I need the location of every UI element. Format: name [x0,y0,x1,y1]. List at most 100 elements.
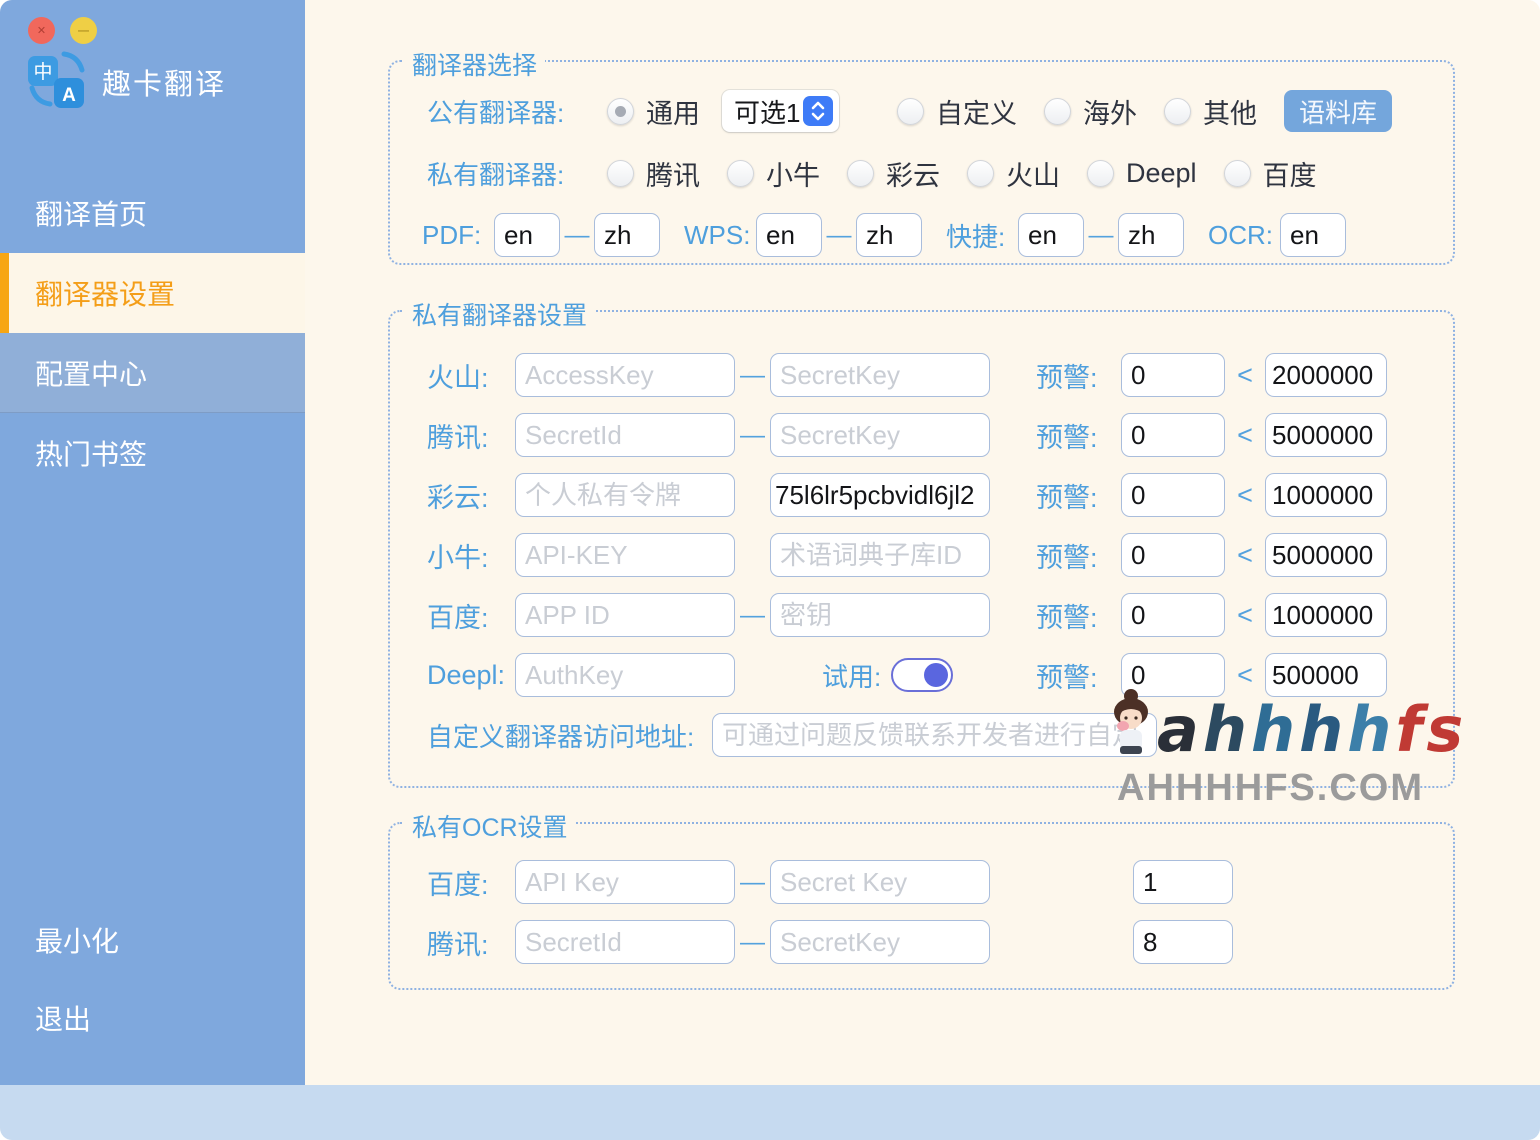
niutrans-limit-input[interactable] [1265,533,1387,577]
ocr-tencent-secretkey-input[interactable] [770,920,990,964]
radio-label: 火山 [1006,154,1060,193]
radio-label: 通用 [646,92,700,131]
sidebar-item-config-center[interactable]: 配置中心 [0,333,305,413]
sidebar-item-hot-bookmarks[interactable]: 热门书签 [0,413,305,493]
caiyun-token-input[interactable] [515,473,735,517]
warn-label: 预警: [1036,476,1121,515]
quick-from-input[interactable] [1018,213,1084,257]
radio-icon[interactable] [727,160,754,187]
less-than-sign: < [1233,660,1257,691]
pdf-label: PDF: [422,220,494,251]
radio-niutrans[interactable]: 小牛 [727,154,820,193]
baidu-warn-input[interactable] [1121,593,1225,637]
radio-overseas[interactable]: 海外 [1044,92,1137,131]
ocr-label: OCR: [1208,220,1280,251]
niutrans-apikey-input[interactable] [515,533,735,577]
radio-deepl[interactable]: Deepl [1087,158,1197,189]
section-legend: 私有翻译器设置 [404,296,595,332]
deepl-label: Deepl: [427,660,515,691]
radio-icon[interactable] [1044,98,1071,125]
app-logo-row: 中 A 趣卡翻译 [26,48,226,115]
less-than-sign: < [1233,540,1257,571]
ocr-baidu-value-input[interactable] [1133,860,1233,904]
radio-icon[interactable] [897,98,924,125]
ocr-from-input[interactable] [1280,213,1346,257]
radio-other[interactable]: 其他 [1164,92,1257,131]
ocr-tencent-label: 腾讯: [427,923,515,962]
ocr-tencent-value-input[interactable] [1133,920,1233,964]
baidu-appid-input[interactable] [515,593,735,637]
dash-separator: — [735,601,770,630]
volcano-secretkey-input[interactable] [770,353,990,397]
quick-to-input[interactable] [1118,213,1184,257]
pdf-from-input[interactable] [494,213,560,257]
wps-to-input[interactable] [856,213,922,257]
pdf-to-input[interactable] [594,213,660,257]
custom-url-input[interactable] [712,713,1157,757]
radio-icon[interactable] [1224,160,1251,187]
tencent-warn-input[interactable] [1121,413,1225,457]
radio-volcano[interactable]: 火山 [967,154,1060,193]
trial-toggle[interactable] [891,658,953,692]
section-legend: 翻译器选择 [404,46,545,82]
radio-caiyun[interactable]: 彩云 [847,154,940,193]
radio-tencent[interactable]: 腾讯 [607,154,700,193]
svg-text:A: A [62,85,76,106]
optional-dropdown[interactable]: 可选1 [722,90,839,132]
deepl-warn-input[interactable] [1121,653,1225,697]
ocr-baidu-apikey-input[interactable] [515,860,735,904]
radio-icon-checked[interactable] [607,98,634,125]
niutrans-dictid-input[interactable] [770,533,990,577]
radio-icon[interactable] [607,160,634,187]
tencent-limit-input[interactable] [1265,413,1387,457]
ocr-baidu-secretkey-input[interactable] [770,860,990,904]
wps-from-input[interactable] [756,213,822,257]
volcano-row: 火山: — 预警: < [390,345,1453,405]
baidu-secret-input[interactable] [770,593,990,637]
minimize-button[interactable]: — [70,17,97,44]
deepl-authkey-input[interactable] [515,653,735,697]
radio-icon[interactable] [1087,160,1114,187]
deepl-limit-input[interactable] [1265,653,1387,697]
warn-label: 预警: [1036,416,1121,455]
caiyun-warn-input[interactable] [1121,473,1225,517]
radio-label: 其他 [1203,92,1257,131]
caiyun-limit-input[interactable] [1265,473,1387,517]
close-button[interactable]: ✕ [28,17,55,44]
sidebar-item-label: 退出 [35,998,91,1038]
radio-icon[interactable] [847,160,874,187]
radio-baidu[interactable]: 百度 [1224,154,1317,193]
radio-label: 彩云 [886,154,940,193]
niutrans-label: 小牛: [427,536,515,575]
warn-group: 预警: < [1036,353,1387,397]
ocr-baidu-row: 百度: — [390,852,1453,912]
niutrans-warn-input[interactable] [1121,533,1225,577]
radio-icon[interactable] [1164,98,1191,125]
tencent-secretkey-input[interactable] [770,413,990,457]
volcano-limit-input[interactable] [1265,353,1387,397]
dash-separator: — [735,361,770,390]
footer-bar [0,1085,1540,1140]
sidebar-item-quit[interactable]: 退出 [0,978,305,1058]
ocr-tencent-secretid-input[interactable] [515,920,735,964]
baidu-limit-input[interactable] [1265,593,1387,637]
volcano-accesskey-input[interactable] [515,353,735,397]
section-private-translator-settings: 私有翻译器设置 火山: — 预警: < 腾讯: — [388,310,1455,788]
radio-general[interactable]: 通用 [607,92,700,131]
caiyun-token-value-input[interactable] [770,473,990,517]
sidebar-item-minimize[interactable]: 最小化 [0,900,305,980]
volcano-warn-input[interactable] [1121,353,1225,397]
dash-separator: — [822,221,856,250]
sidebar-item-translator-settings[interactable]: 翻译器设置 [0,253,305,333]
radio-label: 百度 [1263,154,1317,193]
volcano-label: 火山: [427,356,515,395]
radio-icon[interactable] [967,160,994,187]
dash-separator: — [1084,221,1118,250]
section-private-ocr-settings: 私有OCR设置 百度: — 腾讯: — [388,822,1455,990]
corpus-button[interactable]: 语料库 [1284,90,1392,132]
sidebar-item-home[interactable]: 翻译首页 [0,173,305,253]
tencent-secretid-input[interactable] [515,413,735,457]
dropdown-value: 可选1 [734,93,800,130]
language-pairs-row: PDF: — WPS: — 快捷: — OCR: [390,204,1453,266]
radio-custom[interactable]: 自定义 [897,92,1017,131]
